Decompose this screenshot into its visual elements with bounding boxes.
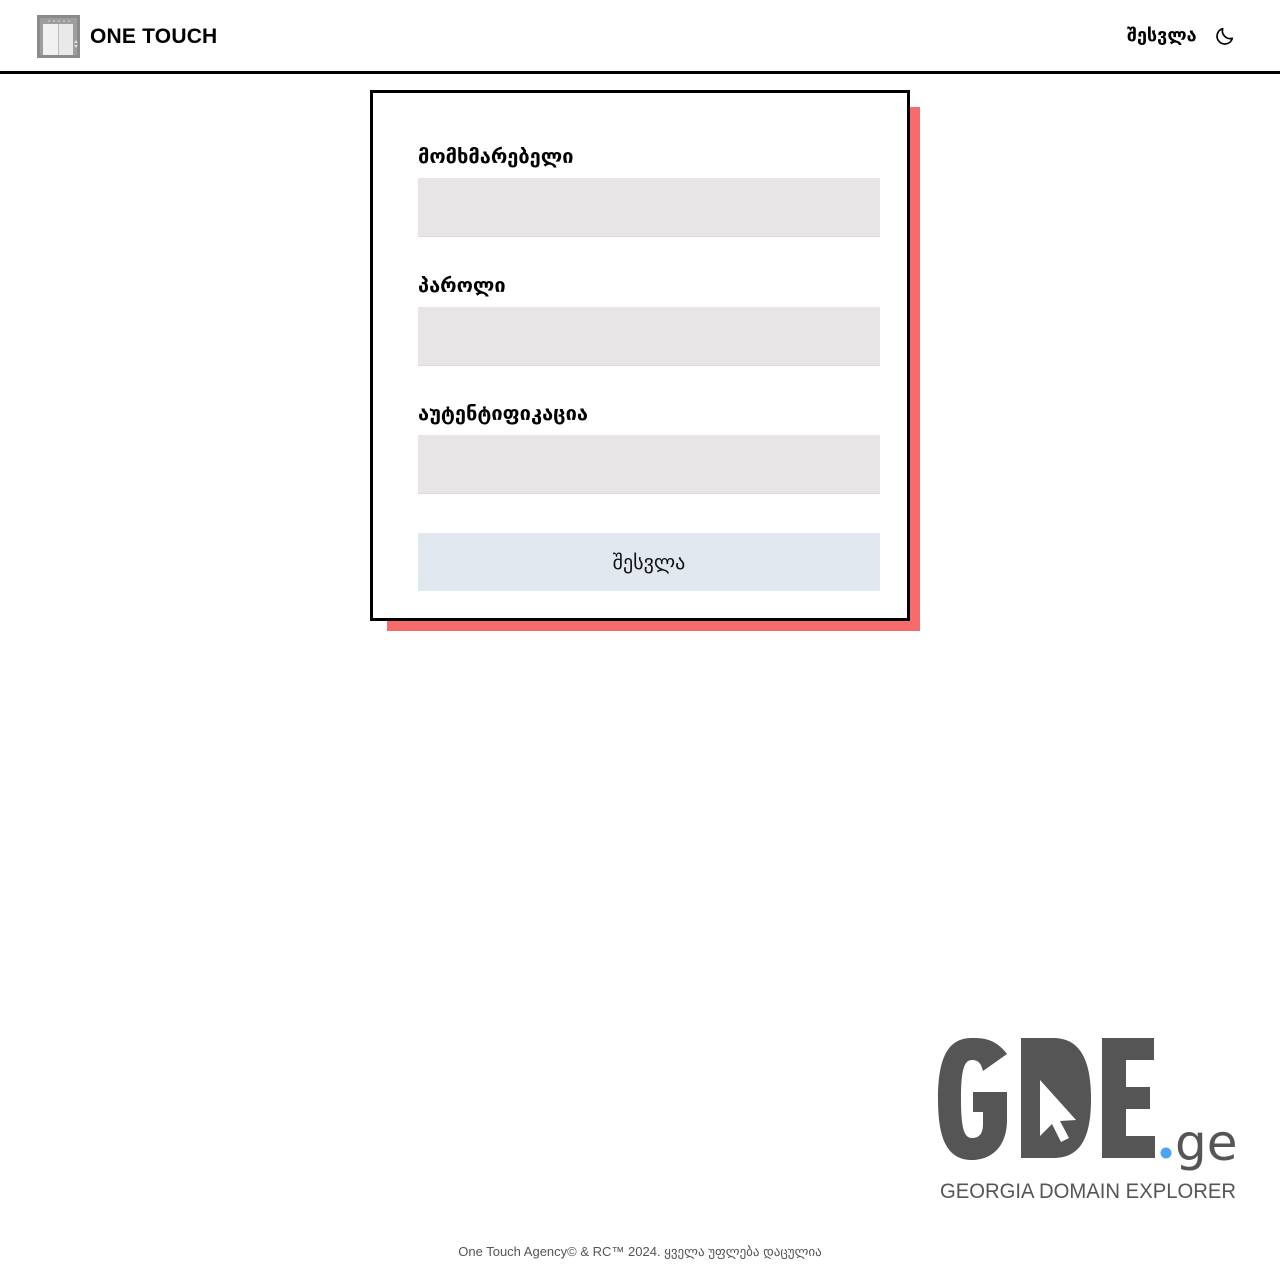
password-label: პაროლი <box>418 273 506 297</box>
login-submit-button[interactable]: შესვლა <box>418 533 880 591</box>
brand-home-link[interactable]: ONE TOUCH <box>37 15 217 58</box>
gde-logo-suffix: ge <box>1175 1114 1238 1172</box>
footer-copyright: One Touch Agency© & RC™ 2024. ყველა უფლე… <box>458 1244 822 1259</box>
password-field[interactable] <box>418 307 880 366</box>
auth-code-field[interactable] <box>418 435 880 494</box>
login-form: მომხმარებელი პაროლი აუტენტიფიკაცია შესვლ… <box>370 90 910 621</box>
top-navbar: ONE TOUCH შესვლა <box>0 0 1280 74</box>
username-field[interactable] <box>418 178 880 237</box>
nav-login-link[interactable]: შესვლა <box>1127 22 1197 50</box>
brand-name: ONE TOUCH <box>90 25 218 48</box>
gde-logo-link[interactable]: ge GEORGIA DOMAIN EXPLORER <box>935 1032 1245 1208</box>
elevator-logo-icon <box>37 15 80 58</box>
moon-icon[interactable] <box>1214 25 1236 47</box>
auth-code-label: აუტენტიფიკაცია <box>418 401 588 425</box>
gde-logo-tagline: GEORGIA DOMAIN EXPLORER <box>940 1180 1236 1203</box>
gde-logo: ge GEORGIA DOMAIN EXPLORER <box>938 1038 1238 1203</box>
username-label: მომხმარებელი <box>418 144 574 168</box>
